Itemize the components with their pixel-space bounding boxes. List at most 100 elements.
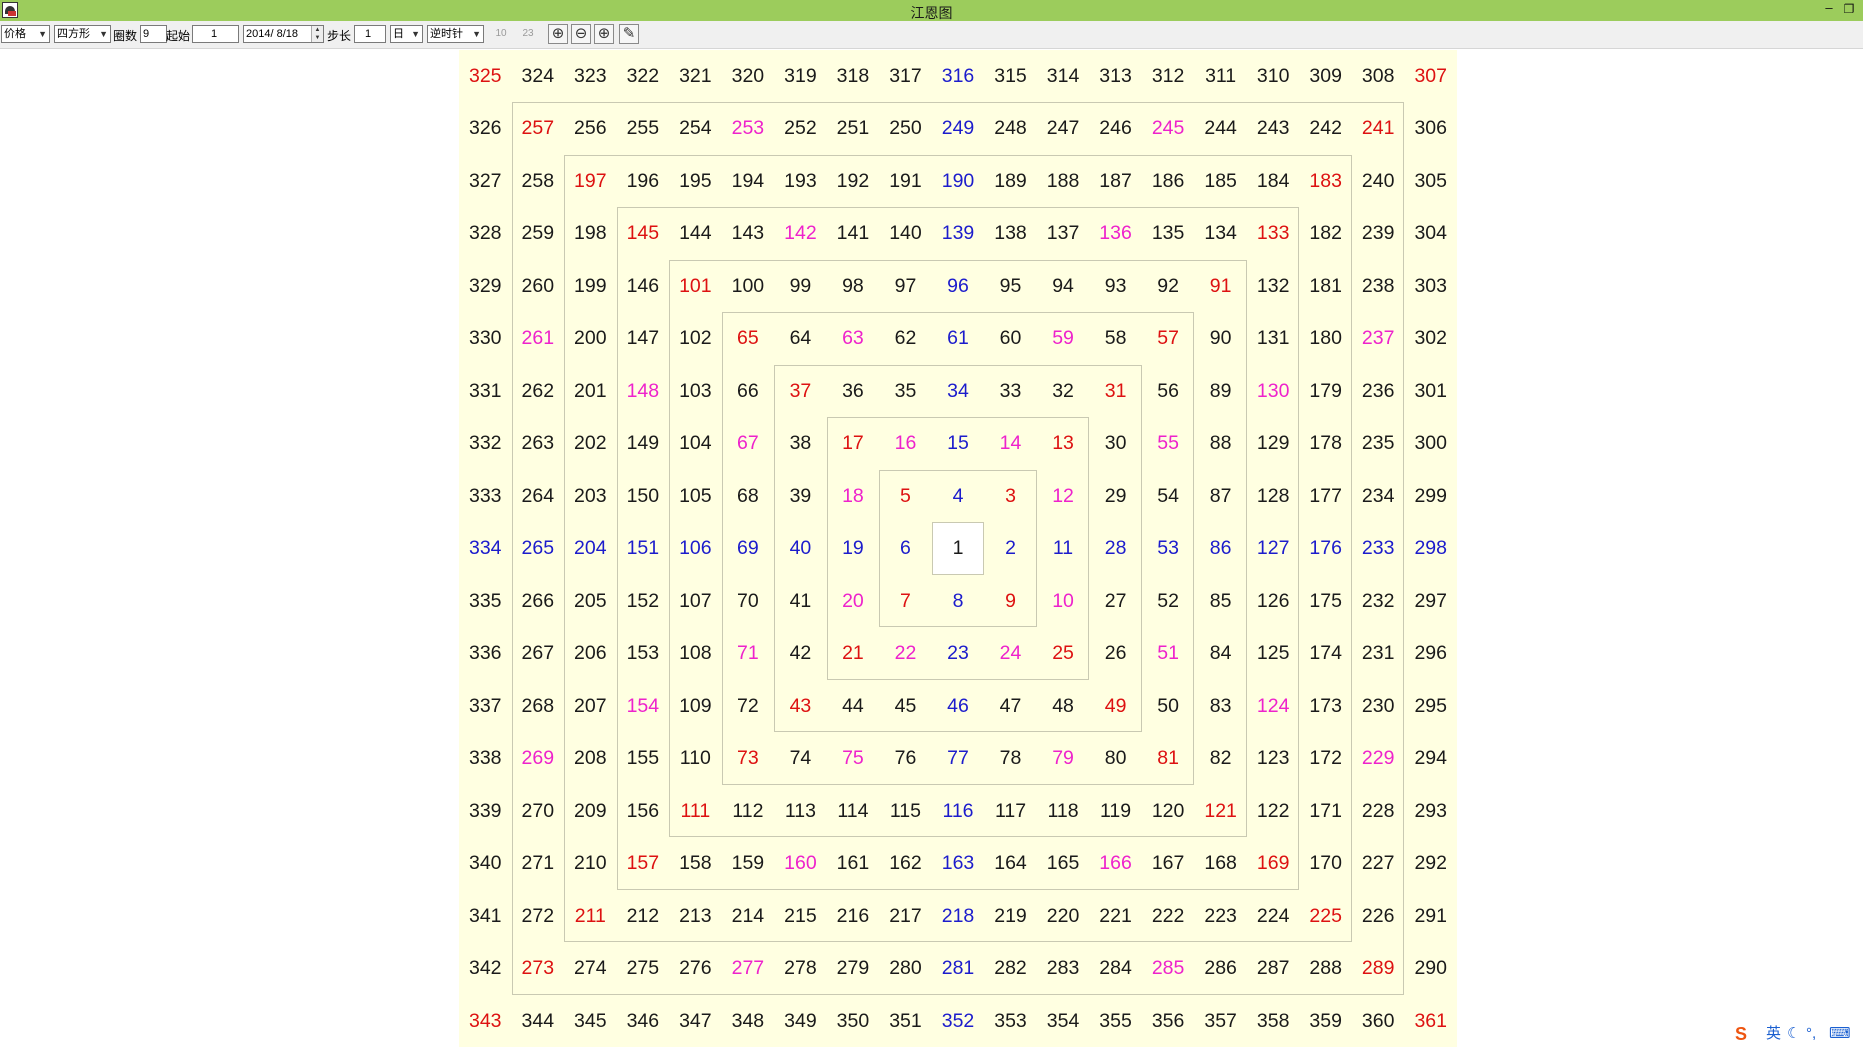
- ime-mode-label[interactable]: 英: [1766, 1023, 1781, 1045]
- grid-cell[interactable]: 340: [459, 837, 512, 889]
- grid-cell[interactable]: 55: [1142, 417, 1195, 469]
- grid-cell[interactable]: 147: [617, 312, 670, 364]
- grid-cell[interactable]: 349: [774, 995, 827, 1047]
- grid-cell[interactable]: 214: [722, 890, 775, 942]
- grid-cell[interactable]: 251: [827, 102, 880, 154]
- grid-cell[interactable]: 239: [1352, 207, 1405, 259]
- grid-cell[interactable]: 102: [669, 312, 722, 364]
- grid-cell[interactable]: 342: [459, 942, 512, 994]
- grid-cell[interactable]: 207: [564, 680, 617, 732]
- date-spinner[interactable]: ▲ ▼: [311, 26, 323, 42]
- grid-cell[interactable]: 266: [512, 575, 565, 627]
- grid-cell[interactable]: 180: [1299, 312, 1352, 364]
- grid-cell[interactable]: 68: [722, 470, 775, 522]
- grid-cell[interactable]: 96: [932, 260, 985, 312]
- grid-cell[interactable]: 11: [1037, 522, 1090, 574]
- grid-cell[interactable]: 277: [722, 942, 775, 994]
- grid-cell[interactable]: 193: [774, 155, 827, 207]
- grid-cell[interactable]: 61: [932, 312, 985, 364]
- grid-cell[interactable]: 190: [932, 155, 985, 207]
- grid-cell[interactable]: 45: [879, 680, 932, 732]
- grid-cell[interactable]: 351: [879, 995, 932, 1047]
- grid-cell[interactable]: 295: [1404, 680, 1457, 732]
- grid-cell[interactable]: 23: [932, 627, 985, 679]
- grid-cell[interactable]: 80: [1089, 732, 1142, 784]
- grid-cell[interactable]: 133: [1247, 207, 1300, 259]
- grid-cell[interactable]: 217: [879, 890, 932, 942]
- grid-cell[interactable]: 182: [1299, 207, 1352, 259]
- grid-cell[interactable]: 137: [1037, 207, 1090, 259]
- grid-cell[interactable]: 156: [617, 785, 670, 837]
- grid-cell[interactable]: 289: [1352, 942, 1405, 994]
- grid-cell[interactable]: 99: [774, 260, 827, 312]
- grid-cell[interactable]: 91: [1194, 260, 1247, 312]
- grid-cell[interactable]: 344: [512, 995, 565, 1047]
- grid-cell[interactable]: 129: [1247, 417, 1300, 469]
- grid-cell[interactable]: 332: [459, 417, 512, 469]
- grid-cell[interactable]: 154: [617, 680, 670, 732]
- grid-cell[interactable]: 7: [879, 575, 932, 627]
- grid-cell[interactable]: 306: [1404, 102, 1457, 154]
- grid-cell[interactable]: 194: [722, 155, 775, 207]
- grid-cell[interactable]: 109: [669, 680, 722, 732]
- grid-cell[interactable]: 88: [1194, 417, 1247, 469]
- grid-cell[interactable]: 352: [932, 995, 985, 1047]
- grid-cell[interactable]: 139: [932, 207, 985, 259]
- grid-cell[interactable]: 9: [984, 575, 1037, 627]
- price-select[interactable]: 价格 ▼: [1, 25, 50, 43]
- grid-cell[interactable]: 310: [1247, 50, 1300, 102]
- grid-cell[interactable]: 92: [1142, 260, 1195, 312]
- grid-cell[interactable]: 165: [1037, 837, 1090, 889]
- grid-cell[interactable]: 62: [879, 312, 932, 364]
- grid-cell[interactable]: 66: [722, 365, 775, 417]
- grid-cell[interactable]: 74: [774, 732, 827, 784]
- grid-cell[interactable]: 354: [1037, 995, 1090, 1047]
- grid-cell[interactable]: 106: [669, 522, 722, 574]
- grid-cell[interactable]: 312: [1142, 50, 1195, 102]
- grid-cell[interactable]: 212: [617, 890, 670, 942]
- grid-cell[interactable]: 69: [722, 522, 775, 574]
- grid-cell[interactable]: 357: [1194, 995, 1247, 1047]
- grid-cell[interactable]: 341: [459, 890, 512, 942]
- grid-cell[interactable]: 111: [669, 785, 722, 837]
- grid-cell[interactable]: 53: [1142, 522, 1195, 574]
- grid-cell[interactable]: 346: [617, 995, 670, 1047]
- grid-cell[interactable]: 49: [1089, 680, 1142, 732]
- grid-cell[interactable]: 304: [1404, 207, 1457, 259]
- grid-cell[interactable]: 228: [1352, 785, 1405, 837]
- grid-cell[interactable]: 170: [1299, 837, 1352, 889]
- grid-cell[interactable]: 204: [564, 522, 617, 574]
- grid-cell[interactable]: 260: [512, 260, 565, 312]
- grid-cell[interactable]: 2: [984, 522, 1037, 574]
- grid-cell[interactable]: 226: [1352, 890, 1405, 942]
- restore-button[interactable]: ❐: [1841, 0, 1857, 18]
- grid-cell[interactable]: 198: [564, 207, 617, 259]
- grid-cell[interactable]: 47: [984, 680, 1037, 732]
- period-select[interactable]: 日 ▼: [390, 25, 423, 43]
- grid-cell[interactable]: 169: [1247, 837, 1300, 889]
- grid-cell[interactable]: 114: [827, 785, 880, 837]
- grid-cell[interactable]: 184: [1247, 155, 1300, 207]
- grid-cell[interactable]: 326: [459, 102, 512, 154]
- zoom-out-button[interactable]: ⊖: [571, 24, 591, 44]
- grid-cell[interactable]: 89: [1194, 365, 1247, 417]
- grid-cell[interactable]: 144: [669, 207, 722, 259]
- grid-cell[interactable]: 224: [1247, 890, 1300, 942]
- grid-cell[interactable]: 200: [564, 312, 617, 364]
- grid-cell[interactable]: 97: [879, 260, 932, 312]
- grid-cell[interactable]: 297: [1404, 575, 1457, 627]
- grid-cell[interactable]: 278: [774, 942, 827, 994]
- grid-cell[interactable]: 259: [512, 207, 565, 259]
- grid-cell[interactable]: 4: [932, 470, 985, 522]
- grid-cell[interactable]: 333: [459, 470, 512, 522]
- grid-cell[interactable]: 153: [617, 627, 670, 679]
- grid-cell[interactable]: 209: [564, 785, 617, 837]
- minimize-button[interactable]: –: [1821, 0, 1837, 18]
- grid-cell[interactable]: 115: [879, 785, 932, 837]
- grid-cell[interactable]: 292: [1404, 837, 1457, 889]
- grid-cell[interactable]: 98: [827, 260, 880, 312]
- direction-select[interactable]: 逆时针 ▼: [427, 25, 484, 43]
- grid-cell[interactable]: 265: [512, 522, 565, 574]
- grid-cell[interactable]: 177: [1299, 470, 1352, 522]
- grid-cell[interactable]: 196: [617, 155, 670, 207]
